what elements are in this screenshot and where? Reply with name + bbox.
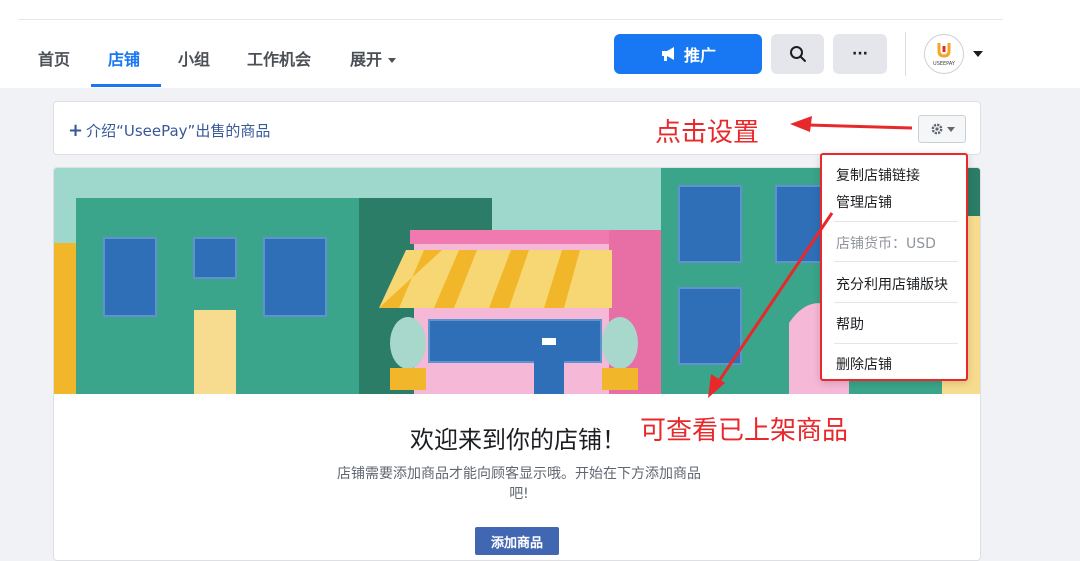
active-tab-indicator bbox=[91, 84, 161, 87]
plus-icon: + bbox=[68, 120, 84, 141]
menu-divider bbox=[834, 302, 958, 303]
tab-expand-label: 展开 bbox=[350, 50, 383, 69]
tab-jobs[interactable]: 工作机会 bbox=[247, 46, 311, 70]
tab-expand[interactable]: 展开 bbox=[350, 46, 397, 70]
tab-groups[interactable]: 小组 bbox=[178, 46, 210, 70]
toolbar-separator bbox=[905, 32, 906, 76]
menu-item-shop-currency: 店铺货币：USD bbox=[836, 236, 936, 252]
more-button[interactable]: ··· bbox=[833, 34, 887, 74]
top-navigation-bar: 首页 店铺 小组 工作机会 展开 推广 ··· USEEPAY bbox=[0, 0, 1080, 88]
settings-button[interactable] bbox=[918, 115, 966, 143]
welcome-subtitle: 店铺需要添加商品才能向顾客显示哦。开始在下方添加商品吧! bbox=[337, 466, 701, 502]
search-button[interactable] bbox=[771, 34, 824, 74]
menu-divider bbox=[834, 261, 958, 262]
promote-label: 推广 bbox=[683, 46, 716, 65]
menu-item-manage-shop[interactable]: 管理店铺 bbox=[836, 192, 892, 212]
annotation-click-settings: 点击设置 bbox=[655, 118, 760, 148]
menu-item-delete-shop[interactable]: 删除店铺 bbox=[836, 354, 892, 374]
gear-icon bbox=[931, 123, 942, 135]
useepay-logo-icon bbox=[937, 42, 951, 58]
menu-item-help[interactable]: 帮助 bbox=[836, 314, 864, 334]
introduce-products-label: 介绍“UseePay”出售的商品 bbox=[86, 122, 271, 140]
megaphone-icon bbox=[661, 47, 674, 61]
promote-button[interactable]: 推广 bbox=[614, 34, 762, 74]
menu-divider bbox=[834, 221, 958, 222]
settings-dropdown-menu: 复制店铺链接 管理店铺 店铺货币：USD 充分利用店铺版块 帮助 删除店铺 bbox=[820, 153, 968, 381]
introduce-products-link[interactable]: + 介绍“UseePay”出售的商品 bbox=[68, 120, 270, 141]
menu-item-shop-tips[interactable]: 充分利用店铺版块 bbox=[836, 274, 948, 294]
avatar[interactable]: USEEPAY bbox=[924, 34, 964, 74]
menu-divider bbox=[834, 343, 958, 344]
account-menu-caret-icon[interactable] bbox=[973, 51, 983, 57]
annotation-view-products: 可查看已上架商品 bbox=[640, 416, 849, 446]
tab-home[interactable]: 首页 bbox=[38, 46, 70, 70]
menu-item-copy-shop-link[interactable]: 复制店铺链接 bbox=[836, 165, 920, 185]
search-icon bbox=[789, 46, 806, 62]
avatar-label: USEEPAY bbox=[933, 60, 955, 67]
top-divider bbox=[18, 19, 1003, 20]
add-products-button[interactable]: 添加商品 bbox=[475, 527, 559, 555]
intro-card: + 介绍“UseePay”出售的商品 bbox=[53, 101, 981, 155]
chevron-down-icon bbox=[946, 126, 955, 132]
chevron-down-icon bbox=[388, 58, 397, 63]
tab-shop[interactable]: 店铺 bbox=[108, 46, 140, 70]
